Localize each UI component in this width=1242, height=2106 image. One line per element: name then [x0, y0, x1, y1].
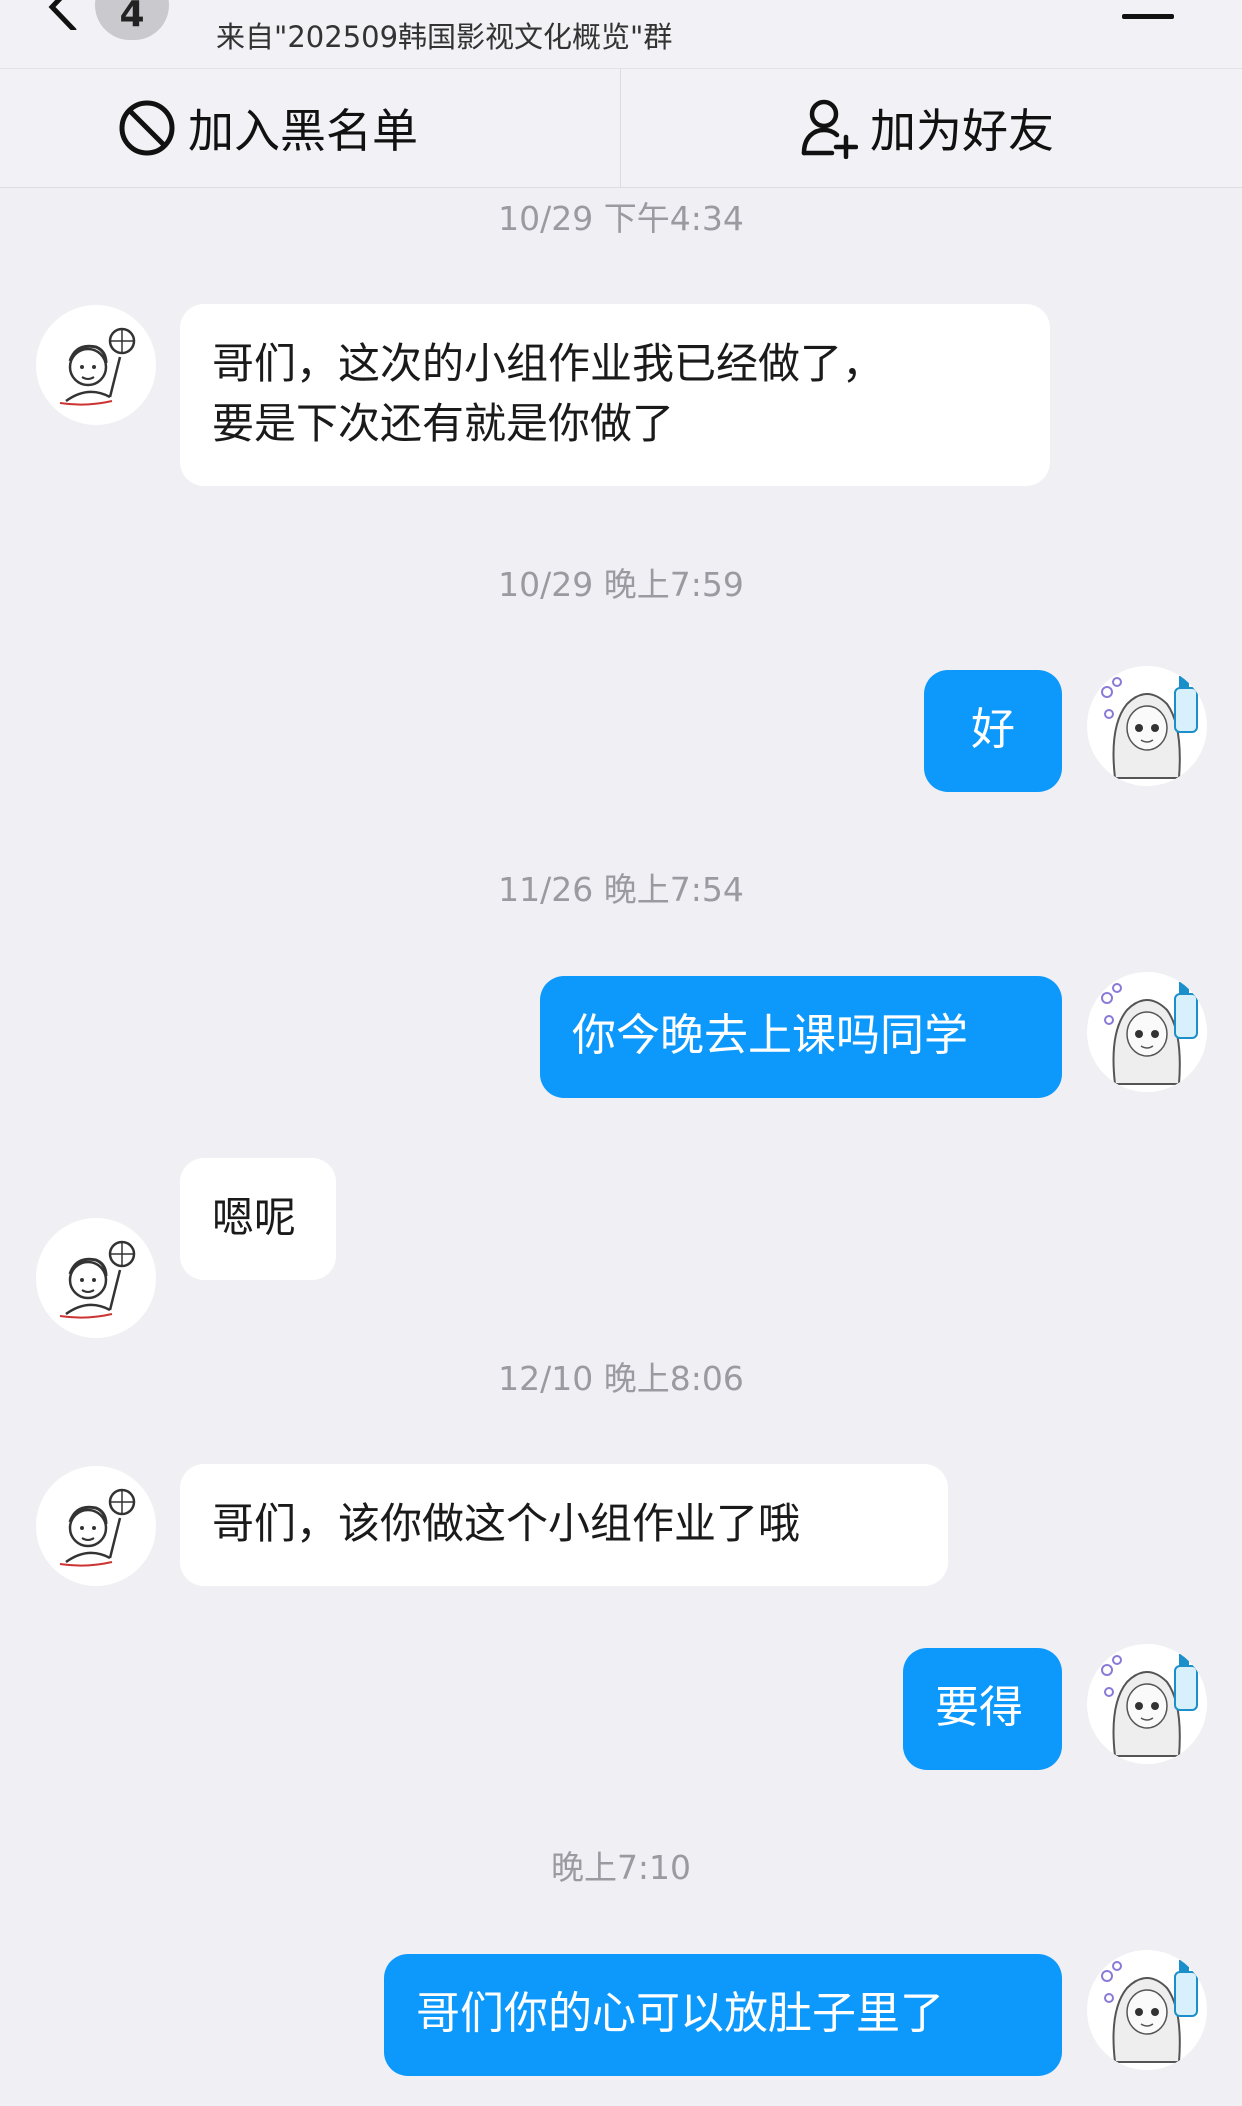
add-to-blacklist-button[interactable]: 加入黑名单 — [118, 69, 418, 187]
action-bar: 加入黑名单 加为好友 — [0, 68, 1242, 188]
sketch-boy-avatar-icon — [59, 1488, 136, 1567]
outgoing-message-bubble[interactable]: 哥们你的心可以放肚子里了 — [384, 1954, 1062, 2076]
message-text-line: 要是下次还有就是你做了 — [212, 399, 675, 448]
chat-source-subtitle: 来自"202509韩国影视文化概览"群 — [216, 20, 673, 54]
chat-header: 4 来自"202509韩国影视文化概览"群 — [0, 0, 1242, 68]
add-to-blacklist-label: 加入黑名单 — [188, 104, 418, 158]
outgoing-message-bubble[interactable]: 你今晚去上课吗同学 — [540, 976, 1062, 1098]
chevron-left-icon[interactable] — [40, 0, 86, 30]
menu-icon[interactable] — [1120, 0, 1176, 30]
anime-girl-avatar-icon — [1101, 982, 1198, 1085]
anime-girl-avatar-icon — [1101, 1960, 1198, 2063]
prohibited-icon — [119, 100, 175, 156]
add-friend-button[interactable]: 加为好友 — [800, 69, 1054, 187]
outgoing-message-bubble[interactable]: 要得 — [903, 1648, 1062, 1770]
contact-avatar[interactable] — [36, 1218, 156, 1338]
incoming-message-bubble[interactable]: 嗯呢 — [180, 1158, 336, 1280]
action-divider — [620, 69, 621, 187]
my-avatar[interactable] — [1087, 972, 1207, 1092]
contact-avatar[interactable] — [36, 305, 156, 425]
incoming-message-bubble[interactable]: 哥们，该你做这个小组作业了哦 — [180, 1464, 948, 1586]
sketch-boy-avatar-icon — [59, 1240, 136, 1319]
my-avatar[interactable] — [1087, 666, 1207, 786]
unread-count-badge[interactable]: 4 — [95, 0, 169, 40]
message-timestamp: 10/29 晚上7:59 — [498, 565, 744, 604]
message-timestamp: 10/29 下午4:34 — [498, 199, 744, 238]
incoming-message-bubble[interactable]: 哥们，这次的小组作业我已经做了， 要是下次还有就是你做了 — [180, 304, 1050, 486]
message-timestamp: 11/26 晚上7:54 — [498, 870, 744, 909]
add-user-icon — [801, 99, 858, 159]
anime-girl-avatar-icon — [1101, 1654, 1198, 1757]
message-timestamp: 晚上7:10 — [550, 1848, 692, 1887]
outgoing-message-bubble[interactable]: 好 — [924, 670, 1062, 792]
contact-avatar[interactable] — [36, 1466, 156, 1586]
message-timestamp: 12/10 晚上8:06 — [498, 1359, 744, 1398]
sketch-boy-avatar-icon — [59, 327, 136, 406]
message-text-line: 哥们，这次的小组作业我已经做了， — [212, 339, 885, 388]
my-avatar[interactable] — [1087, 1644, 1207, 1764]
add-friend-label: 加为好友 — [870, 104, 1054, 158]
anime-girl-avatar-icon — [1101, 676, 1198, 779]
my-avatar[interactable] — [1087, 1950, 1207, 2070]
